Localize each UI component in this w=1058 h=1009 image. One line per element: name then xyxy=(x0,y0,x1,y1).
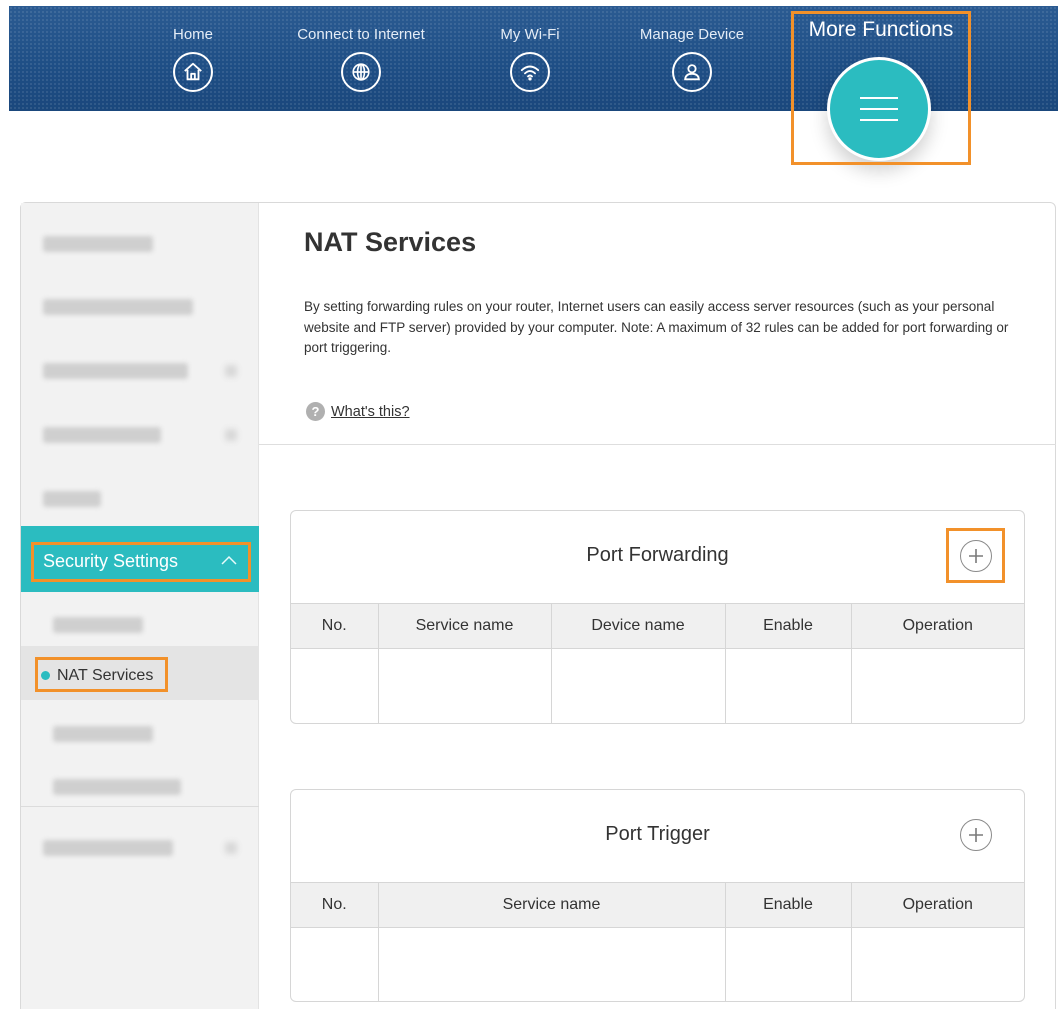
table-row xyxy=(291,927,1024,1001)
chevron-up-icon xyxy=(221,555,237,565)
sidebar-item-security-settings[interactable]: Security Settings xyxy=(21,526,259,592)
port-forwarding-panel: Port Forwarding No. Service name Device … xyxy=(290,510,1025,724)
page-title: NAT Services xyxy=(304,227,477,257)
blurred-label xyxy=(43,363,188,379)
chevron-down-icon xyxy=(225,365,237,377)
whats-this-link[interactable]: What's this? xyxy=(331,404,410,420)
page-description: By setting forwarding rules on your rout… xyxy=(304,299,1009,355)
column-header: Enable xyxy=(724,603,851,649)
sidebar-item-blurred-3[interactable] xyxy=(21,343,259,393)
wifi-icon xyxy=(510,52,550,92)
sidebar-subitem-blurred-2[interactable] xyxy=(21,706,259,756)
chevron-down-icon xyxy=(225,842,237,854)
nav-home[interactable]: Home xyxy=(123,26,263,92)
column-header: Service name xyxy=(377,882,725,928)
add-button-highlight xyxy=(946,528,1005,583)
blurred-label xyxy=(43,840,173,856)
nav-my-wifi[interactable]: My Wi-Fi xyxy=(460,26,600,92)
nav-wifi-label: My Wi-Fi xyxy=(500,26,560,43)
port-forwarding-title: Port Forwarding xyxy=(586,544,729,566)
blurred-label xyxy=(43,427,161,443)
sidebar-subitem-blurred-3[interactable] xyxy=(21,759,259,809)
blurred-label xyxy=(43,491,101,507)
help-link-row[interactable]: ? What's this? xyxy=(306,402,410,421)
sidebar-item-blurred-4[interactable] xyxy=(21,407,259,457)
plus-icon xyxy=(969,828,983,842)
sidebar-subitem-nat-services[interactable]: NAT Services xyxy=(21,646,259,700)
sidebar-item-blurred-1[interactable] xyxy=(21,216,259,266)
column-header: No. xyxy=(291,603,378,649)
more-functions-highlight: More Functions xyxy=(791,11,971,165)
column-header: Service name xyxy=(377,603,551,649)
nav-manage-label: Manage Device xyxy=(639,26,745,43)
blurred-label xyxy=(53,726,153,742)
blurred-label xyxy=(43,299,193,315)
sidebar-item-blurred-5[interactable] xyxy=(21,471,259,521)
question-icon: ? xyxy=(306,402,325,421)
blurred-label xyxy=(53,617,143,633)
add-port-trigger-button[interactable] xyxy=(960,819,992,851)
content-divider xyxy=(259,444,1056,445)
user-icon xyxy=(672,52,712,92)
sidebar-item-blurred-2[interactable] xyxy=(21,279,259,329)
table-header-row: No. Service name Enable Operation xyxy=(291,882,1024,928)
column-header: Operation xyxy=(850,882,1024,928)
sidebar-item-blurred-6[interactable] xyxy=(21,820,259,870)
more-functions-label: More Functions xyxy=(808,18,954,41)
nav-connect-to-internet[interactable]: Connect to Internet xyxy=(291,26,431,92)
column-header: No. xyxy=(291,882,378,928)
nav-connect-label: Connect to Internet xyxy=(297,26,425,43)
blurred-label xyxy=(53,779,181,795)
port-trigger-title: Port Trigger xyxy=(605,823,710,845)
sidebar-item-label: Security Settings xyxy=(43,551,179,571)
sidebar-subitem-blurred-1[interactable] xyxy=(21,597,259,647)
table-row xyxy=(291,648,1024,723)
sidebar-subitem-label: NAT Services xyxy=(57,667,154,684)
column-header: Operation xyxy=(850,603,1024,649)
chevron-down-icon xyxy=(225,429,237,441)
nav-manage-device[interactable]: Manage Device xyxy=(622,26,762,92)
port-trigger-table: No. Service name Enable Operation xyxy=(291,882,1024,1001)
sidebar xyxy=(21,203,259,1009)
port-trigger-panel: Port Trigger No. Service name Enable Ope… xyxy=(290,789,1025,1002)
column-header: Device name xyxy=(550,603,725,649)
column-header: Enable xyxy=(724,882,851,928)
port-forwarding-table: No. Service name Device name Enable Oper… xyxy=(291,603,1024,723)
home-icon xyxy=(173,52,213,92)
table-header-row: No. Service name Device name Enable Oper… xyxy=(291,603,1024,649)
globe-icon xyxy=(341,52,381,92)
active-dot-icon xyxy=(41,671,50,680)
nav-home-label: Home xyxy=(172,26,213,43)
sidebar-divider xyxy=(21,806,259,807)
blurred-label xyxy=(43,236,153,252)
